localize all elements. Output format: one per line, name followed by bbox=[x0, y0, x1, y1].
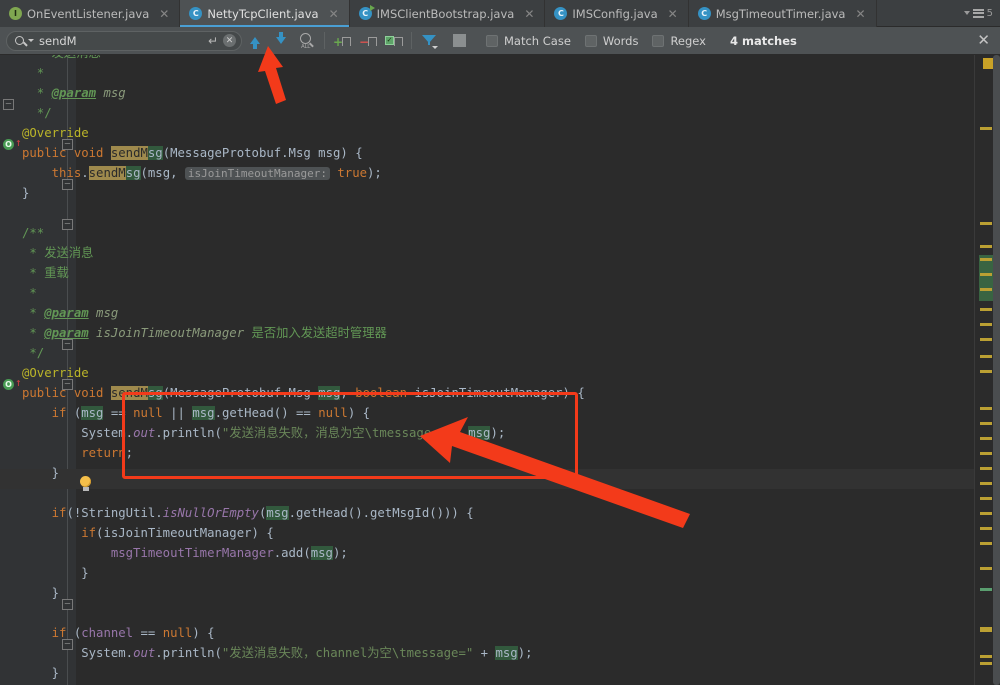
ide-window: I OnEventListener.java ✕ C NettyTcpClien… bbox=[0, 0, 1000, 685]
annotation-arrows bbox=[0, 0, 1000, 685]
